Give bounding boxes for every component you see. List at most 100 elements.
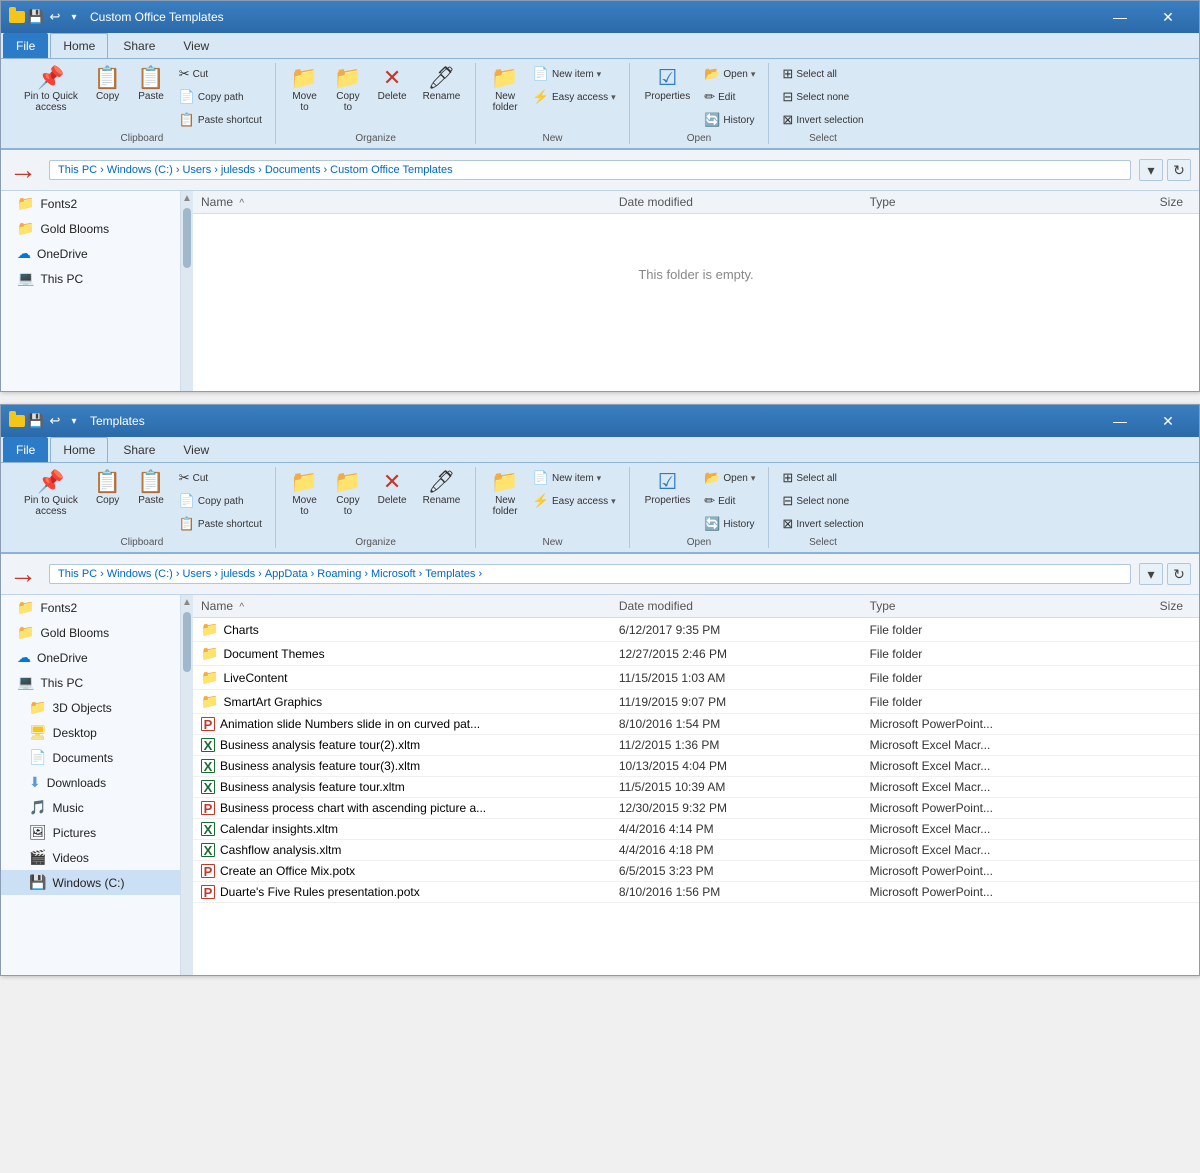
properties-button-2[interactable]: ☑ Properties — [638, 467, 698, 510]
cut-button-1[interactable]: ✂ Cut — [174, 63, 267, 85]
history-button-2[interactable]: 🔄 History — [699, 513, 760, 535]
select-all-button-1[interactable]: ⊞ Select all — [777, 63, 868, 85]
delete-button-2[interactable]: ✕ Delete — [371, 467, 414, 510]
minimize-button-1[interactable]: — — [1097, 5, 1143, 29]
tab-home-1[interactable]: Home — [50, 33, 108, 58]
sidebar-goldblooms-2[interactable]: 📁 Gold Blooms — [1, 620, 180, 645]
scroll-up-1[interactable]: ▲ — [182, 193, 192, 204]
sidebar-pictures-2[interactable]: 🖼 Pictures — [1, 820, 180, 845]
cut-button-2[interactable]: ✂ Cut — [174, 467, 267, 489]
sidebar-music-2[interactable]: 🎵 Music — [1, 795, 180, 820]
scroll-thumb-1[interactable] — [183, 208, 191, 268]
sidebar-fonts2-2[interactable]: 📁 Fonts2 — [1, 595, 180, 620]
col-name-header-1[interactable]: Name ^ — [201, 195, 619, 209]
copy-button-2[interactable]: 📋 Copy — [87, 467, 128, 510]
select-none-button-2[interactable]: ⊟ Select none — [777, 490, 868, 512]
sidebar-thispc-1[interactable]: 💻 This PC — [1, 266, 180, 291]
table-row[interactable]: 📁 SmartArt Graphics 11/19/2015 9:07 PM F… — [193, 690, 1199, 714]
sidebar-onedrive-1[interactable]: ☁ OneDrive — [1, 241, 180, 266]
table-row[interactable]: X Calendar insights.xltm 4/4/2016 4:14 P… — [193, 819, 1199, 840]
sidebar-3dobjects-2[interactable]: 📁 3D Objects — [1, 695, 180, 720]
copy-path-button-2[interactable]: 📄 Copy path — [174, 490, 267, 512]
rename-button-2[interactable]: 🖊 Rename — [416, 467, 468, 510]
rename-button-1[interactable]: 🖊 Rename — [416, 63, 468, 106]
tab-share-2[interactable]: Share — [110, 437, 168, 462]
table-row[interactable]: 📁 Charts 6/12/2017 9:35 PM File folder — [193, 618, 1199, 642]
addr2-microsoft[interactable]: Microsoft — [371, 568, 416, 580]
col-name-header-2[interactable]: Name ^ — [201, 599, 619, 613]
addr2-users[interactable]: Users — [182, 568, 211, 580]
easy-access-button-1[interactable]: ⚡ Easy access ▾ — [528, 86, 621, 108]
table-row[interactable]: P Business process chart with ascending … — [193, 798, 1199, 819]
addr2-templates[interactable]: Templates — [425, 568, 475, 580]
table-row[interactable]: X Cashflow analysis.xltm 4/4/2016 4:18 P… — [193, 840, 1199, 861]
addr2-roaming[interactable]: Roaming — [317, 568, 361, 580]
sidebar-videos-2[interactable]: 🎬 Videos — [1, 845, 180, 870]
col-type-header-1[interactable]: Type — [870, 195, 1079, 209]
addr2-drive[interactable]: Windows (C:) — [107, 568, 173, 580]
table-row[interactable]: P Create an Office Mix.potx 6/5/2015 3:2… — [193, 861, 1199, 882]
easy-access-button-2[interactable]: ⚡ Easy access ▾ — [528, 490, 621, 512]
addr-users-1[interactable]: Users — [182, 164, 211, 176]
scroll-thumb-2[interactable] — [183, 612, 191, 672]
sidebar-thispc-2[interactable]: 💻 This PC — [1, 670, 180, 695]
col-type-header-2[interactable]: Type — [870, 599, 1079, 613]
paste-shortcut-button-1[interactable]: 📋 Paste shortcut — [174, 109, 267, 131]
sidebar-onedrive-2[interactable]: ☁ OneDrive — [1, 645, 180, 670]
addr-folder-1[interactable]: Custom Office Templates — [330, 164, 452, 176]
col-date-header-2[interactable]: Date modified — [619, 599, 870, 613]
select-all-button-2[interactable]: ⊞ Select all — [777, 467, 868, 489]
sidebar-downloads-2[interactable]: ⬇ Downloads — [1, 770, 180, 795]
refresh-button-1[interactable]: ↻ — [1167, 159, 1191, 181]
new-item-button-1[interactable]: 📄 New item ▾ — [528, 63, 621, 85]
scroll-up-2[interactable]: ▲ — [182, 597, 192, 608]
properties-button-1[interactable]: ☑ Properties — [638, 63, 698, 106]
table-row[interactable]: 📁 Document Themes 12/27/2015 2:46 PM Fil… — [193, 642, 1199, 666]
new-folder-button-1[interactable]: 📁 New folder — [484, 63, 525, 117]
address-path-2[interactable]: This PC › Windows (C:) › Users › julesds… — [49, 564, 1131, 584]
sidebar-documents-2[interactable]: 📄 Documents — [1, 745, 180, 770]
close-button-1[interactable]: ✕ — [1145, 5, 1191, 29]
pin-to-quick-access-button-1[interactable]: 📌 Pin to Quick access — [17, 63, 85, 117]
table-row[interactable]: 📁 LiveContent 11/15/2015 1:03 AM File fo… — [193, 666, 1199, 690]
close-button-2[interactable]: ✕ — [1145, 409, 1191, 433]
select-none-button-1[interactable]: ⊟ Select none — [777, 86, 868, 108]
copy-to-button-2[interactable]: 📁 Copy to — [327, 467, 368, 521]
sidebar-goldblooms-1[interactable]: 📁 Gold Blooms — [1, 216, 180, 241]
invert-selection-button-2[interactable]: ⊠ Invert selection — [777, 513, 868, 535]
pin-to-quick-access-button-2[interactable]: 📌 Pin to Quick access — [17, 467, 85, 521]
history-button-1[interactable]: 🔄 History — [699, 109, 760, 131]
invert-selection-button-1[interactable]: ⊠ Invert selection — [777, 109, 868, 131]
dropdown-addr-button-1[interactable]: ▾ — [1139, 159, 1163, 181]
copy-to-button-1[interactable]: 📁 Copy to — [327, 63, 368, 117]
copy-path-button-1[interactable]: 📄 Copy path — [174, 86, 267, 108]
table-row[interactable]: P Animation slide Numbers slide in on cu… — [193, 714, 1199, 735]
open-button-2[interactable]: 📂 Open ▾ — [699, 467, 760, 489]
edit-button-1[interactable]: ✏ Edit — [699, 86, 760, 108]
new-folder-button-2[interactable]: 📁 New folder — [484, 467, 525, 521]
addr-drive-1[interactable]: Windows (C:) — [107, 164, 173, 176]
col-size-header-1[interactable]: Size — [1079, 195, 1191, 209]
addr-user-1[interactable]: julesds — [221, 164, 255, 176]
delete-button-1[interactable]: ✕ Delete — [371, 63, 414, 106]
dropdown-addr-button-2[interactable]: ▾ — [1139, 563, 1163, 585]
sidebar-fonts2-1[interactable]: 📁 Fonts2 — [1, 191, 180, 216]
tab-view-2[interactable]: View — [170, 437, 222, 462]
addr2-thispc[interactable]: This PC — [58, 568, 97, 580]
sidebar-desktop-2[interactable]: 🖥 Desktop — [1, 720, 180, 745]
paste-button-2[interactable]: 📋 Paste — [130, 467, 171, 510]
sidebar-windowsc-2[interactable]: 💾 Windows (C:) — [1, 870, 180, 895]
open-button-1[interactable]: 📂 Open ▾ — [699, 63, 760, 85]
minimize-button-2[interactable]: — — [1097, 409, 1143, 433]
tab-home-2[interactable]: Home — [50, 437, 108, 462]
move-to-button-2[interactable]: 📁 Move to — [284, 467, 325, 521]
col-size-header-2[interactable]: Size — [1079, 599, 1191, 613]
addr2-appdata[interactable]: AppData — [265, 568, 308, 580]
tab-view-1[interactable]: View — [170, 33, 222, 58]
edit-button-2[interactable]: ✏ Edit — [699, 490, 760, 512]
table-row[interactable]: X Business analysis feature tour(3).xltm… — [193, 756, 1199, 777]
tab-share-1[interactable]: Share — [110, 33, 168, 58]
table-row[interactable]: X Business analysis feature tour.xltm 11… — [193, 777, 1199, 798]
col-date-header-1[interactable]: Date modified — [619, 195, 870, 209]
new-item-button-2[interactable]: 📄 New item ▾ — [528, 467, 621, 489]
